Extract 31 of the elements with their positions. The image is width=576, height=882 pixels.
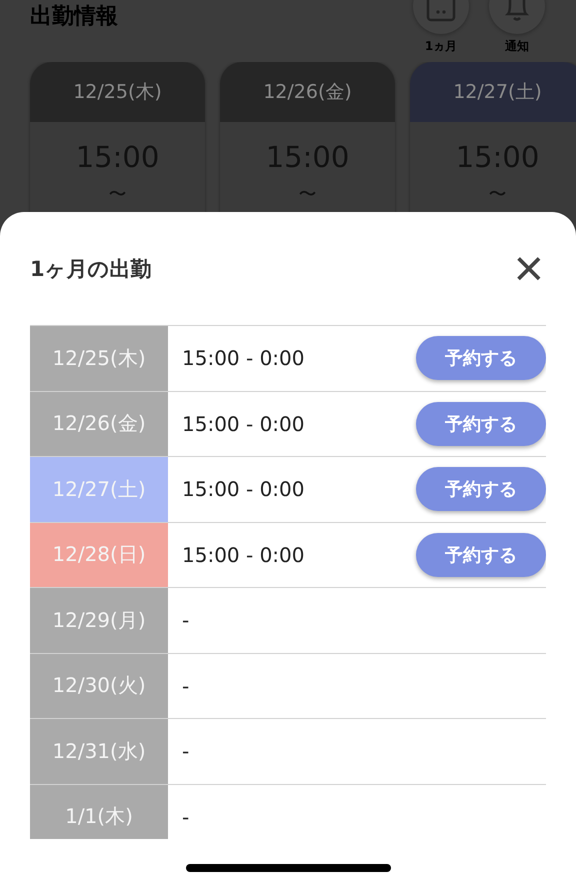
page-title: 出勤情報 (30, 3, 118, 29)
range-separator: 〜 (108, 183, 126, 206)
date-cell: 12/30(火) (30, 654, 168, 718)
range-separator: 〜 (488, 183, 506, 206)
time-cell-text: - (181, 608, 190, 632)
time-cell-text: - (181, 674, 190, 698)
time-cell-text: 15:00 - 0:00 (181, 477, 306, 502)
date-cell: 12/29(月) (30, 588, 168, 652)
calendar-icon (426, 0, 456, 24)
reserve-button[interactable]: 予約する (416, 336, 546, 380)
date-cell: 12/31(水) (30, 719, 168, 784)
card-date: 12/26(金) (263, 80, 352, 105)
card-date: 12/25(木) (73, 80, 162, 105)
reserve-button[interactable]: 予約する (416, 532, 546, 577)
date-cell: 12/25(木) (30, 326, 168, 390)
date-cell: 1/1(木) (30, 784, 168, 839)
date-cell: 12/28(日) (30, 522, 168, 587)
reserve-button[interactable]: 予約する (416, 402, 546, 446)
time-cell-text: - (181, 739, 190, 764)
reserve-button[interactable]: 予約する (416, 467, 546, 512)
time-cell-text: 15:00 - 0:00 (181, 412, 306, 436)
card-date: 12/27(土) (453, 80, 542, 105)
action-label: 1ヵ月 (424, 38, 458, 55)
date-cell: 12/27(土) (30, 457, 168, 522)
time-cell-text: 15:00 - 0:00 (181, 346, 306, 370)
range-separator: 〜 (298, 183, 316, 206)
action-label: 通知 (505, 38, 529, 55)
close-button[interactable]: × (514, 242, 544, 294)
date-cell: 12/26(金) (30, 392, 168, 456)
time-cell-text: 15:00 - 0:00 (181, 542, 306, 567)
time-cell-text: - (181, 804, 190, 829)
